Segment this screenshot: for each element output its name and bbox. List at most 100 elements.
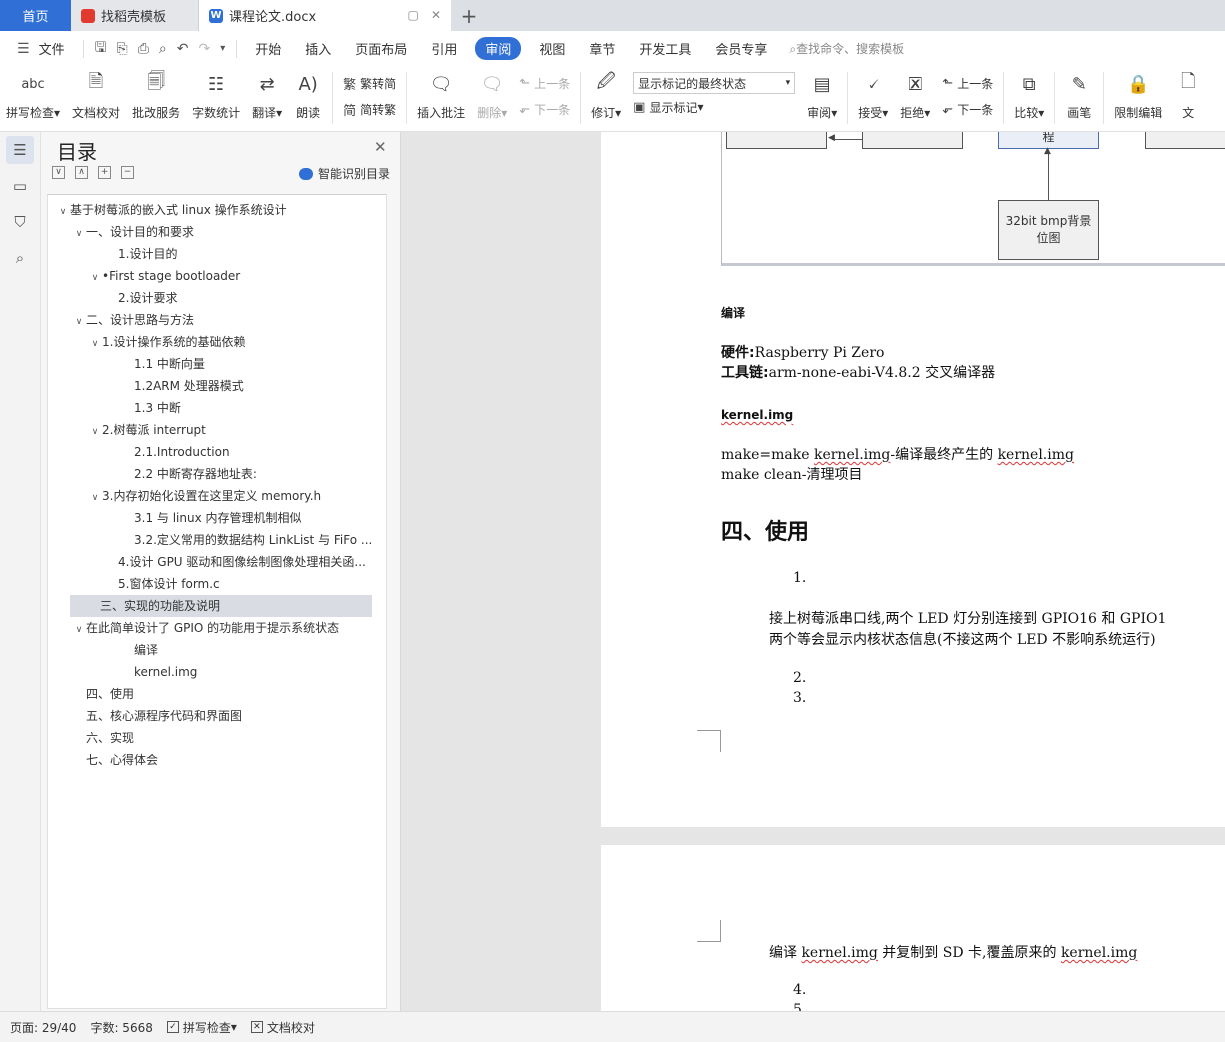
toc-item[interactable]: 六、实现 xyxy=(48,727,386,749)
insert-comment-button[interactable]: 🗨 插入批注 xyxy=(411,70,471,121)
toc-item[interactable]: 编译 xyxy=(48,639,386,661)
prev-change-button[interactable]: ⬑ 上一条 xyxy=(942,70,993,96)
bookmark-icon[interactable]: ⛉ xyxy=(6,208,34,236)
status-doc-proof[interactable]: ✕ 文档校对 xyxy=(250,1019,315,1036)
print-icon[interactable]: ⎙ xyxy=(133,41,154,57)
search-icon[interactable]: ⌕ xyxy=(6,244,34,272)
toc-item[interactable]: 1.2ARM 处理器模式 xyxy=(48,375,386,397)
toc-item[interactable]: 2.2 中断寄存器地址表: xyxy=(48,463,386,485)
menu-start[interactable]: 开始 xyxy=(243,39,293,58)
chevron-down-icon[interactable]: ∨ xyxy=(88,421,102,441)
accept-button[interactable]: 🗸 接受▾ xyxy=(852,70,894,121)
word-count[interactable]: 字数: 5668 xyxy=(90,1019,152,1036)
next-change-button[interactable]: ⬐ 下一条 xyxy=(942,96,993,122)
tab-template[interactable]: 找稻壳模板 xyxy=(71,0,199,31)
toc-item[interactable]: 1.3 中断 xyxy=(48,397,386,419)
document-area[interactable]: 程 ◀ ▲ 32bit bmp背景位图 编译 硬件:Raspberry Pi Z… xyxy=(401,132,1225,1011)
read-aloud-button[interactable]: A) 朗读 xyxy=(288,70,328,121)
toc-item[interactable]: 3.1 与 linux 内存管理机制相似 xyxy=(48,507,386,529)
chevron-down-icon[interactable]: ∨ xyxy=(72,619,86,639)
toc-item[interactable]: 五、核心源程序代码和界面图 xyxy=(48,705,386,727)
toc-item[interactable]: 3.2.定义常用的数据结构 LinkList 与 FiFo ... xyxy=(48,529,386,551)
close-tab-icon[interactable]: ✕ xyxy=(431,8,441,22)
menu-insert[interactable]: 插入 xyxy=(293,39,343,58)
prev-comment-button[interactable]: ⬑ 上一条 xyxy=(519,70,570,96)
annot-service-button[interactable]: 🗐 批改服务 xyxy=(126,70,186,121)
menu-member[interactable]: 会员专享 xyxy=(703,39,779,58)
export-icon[interactable]: ⎘ xyxy=(112,41,133,57)
toc-item[interactable]: 1.1 中断向量 xyxy=(48,353,386,375)
preview-icon[interactable]: ⌕ xyxy=(154,41,172,57)
toc-item[interactable]: 2.1.Introduction xyxy=(48,441,386,463)
chevron-down-icon[interactable]: ▾ xyxy=(215,43,230,54)
compare-button[interactable]: ⧉ 比较▾ xyxy=(1008,70,1050,121)
chevron-down-icon[interactable]: ∨ xyxy=(72,223,86,243)
toc-item[interactable]: 2.设计要求 xyxy=(48,287,386,309)
delete-comment-button[interactable]: 🗨 删除▾ xyxy=(471,70,513,121)
menu-reference[interactable]: 引用 xyxy=(419,39,469,58)
add-heading-icon[interactable]: + xyxy=(98,166,111,179)
toc-item[interactable]: ∨ 二、设计思路与方法 xyxy=(48,309,386,331)
toc-item[interactable]: 七、心得体会 xyxy=(48,749,386,771)
menu-chapter[interactable]: 章节 xyxy=(577,39,627,58)
menu-review[interactable]: 审阅 xyxy=(475,37,522,60)
menu-layout[interactable]: 页面布局 xyxy=(343,39,419,58)
simp-to-trad-button[interactable]: 简简转繁 xyxy=(343,96,396,122)
show-markup-button[interactable]: ▣ 显示标记 ▾ xyxy=(633,94,795,120)
command-search[interactable]: ⌕查找命令、搜索模板 xyxy=(789,40,904,57)
hamburger-icon[interactable]: ☰ xyxy=(12,41,35,57)
menu-file[interactable]: 文件 xyxy=(35,39,77,58)
review-pane-button[interactable]: ▤ 审阅▾ xyxy=(801,70,843,121)
toc-item[interactable]: ∨ 2.树莓派 interrupt xyxy=(48,419,386,441)
next-comment-button[interactable]: ⬐ 下一条 xyxy=(519,96,570,122)
pen-button[interactable]: ✎ 画笔 xyxy=(1059,70,1099,121)
toc-item[interactable]: 四、使用 xyxy=(48,683,386,705)
toc-item[interactable]: ∨ 一、设计目的和要求 xyxy=(48,221,386,243)
restore-icon[interactable]: ▢ xyxy=(407,8,418,22)
document-page[interactable]: 程 ◀ ▲ 32bit bmp背景位图 编译 硬件:Raspberry Pi Z… xyxy=(601,132,1225,827)
doc-right-button[interactable]: 🗋 文 xyxy=(1168,70,1208,121)
toc-item[interactable]: 4.设计 GPU 驱动和图像绘制图像处理相关函... xyxy=(48,551,386,573)
word-count-button[interactable]: ☷ 字数统计 xyxy=(186,70,246,121)
menu-devtools[interactable]: 开发工具 xyxy=(627,39,703,58)
translate-button[interactable]: ⇄ 翻译▾ xyxy=(246,70,288,121)
status-spell-check[interactable]: ✓ 拼写检查 ▾ xyxy=(166,1019,237,1036)
reject-button[interactable]: 🗷 拒绝▾ xyxy=(894,70,936,121)
toc-item[interactable]: 1.设计目的 xyxy=(48,243,386,265)
document-page-2[interactable]: 编译 kernel.img 并复制到 SD 卡,覆盖原来的 kernel.img… xyxy=(601,845,1225,1011)
spell-check-button[interactable]: abc 拼写检查▾ xyxy=(0,70,66,121)
trad-to-simp-button[interactable]: 繁繁转简 xyxy=(343,70,396,96)
toc-item[interactable]: ∨ 在此简单设计了 GPIO 的功能用于提示系统状态 xyxy=(48,617,386,639)
markup-state-select[interactable]: 显示标记的最终状态 ▾ xyxy=(633,72,796,94)
toc-item[interactable]: ∨ 3.内存初始化设置在这里定义 memory.h xyxy=(48,485,386,507)
doc-proof-button[interactable]: 🗎 文档校对 xyxy=(66,70,126,121)
tab-document[interactable]: W 课程论文.docx ▢ ✕ xyxy=(199,0,451,31)
toc-item[interactable]: kernel.img xyxy=(48,661,386,683)
restrict-edit-button[interactable]: 🔒 限制编辑 xyxy=(1108,70,1168,121)
toc-nav-icon[interactable]: ☰ xyxy=(6,136,34,164)
chevron-down-icon[interactable]: ∨ xyxy=(88,267,102,287)
undo-icon[interactable]: ↶ xyxy=(172,41,194,57)
track-changes-button[interactable]: 🖉 修订▾ xyxy=(585,70,627,121)
close-icon[interactable]: ✕ xyxy=(374,138,387,156)
menu-view[interactable]: 视图 xyxy=(527,39,577,58)
chevron-down-icon[interactable]: ∨ xyxy=(88,487,102,507)
save-icon[interactable]: 🖫 xyxy=(90,37,112,61)
toc-item[interactable]: 三、实现的功能及说明 xyxy=(70,595,372,617)
tab-home[interactable]: 首页 xyxy=(0,0,71,31)
smart-toc-button[interactable]: 智能识别目录 xyxy=(299,165,390,182)
toc-item[interactable]: ∨ 1.设计操作系统的基础依赖 xyxy=(48,331,386,353)
remove-heading-icon[interactable]: − xyxy=(121,166,134,179)
chevron-down-icon[interactable]: ∨ xyxy=(88,333,102,353)
toc-item[interactable]: ∨ 基于树莓派的嵌入式 linux 操作系统设计 xyxy=(48,199,386,221)
collapse-all-icon[interactable]: ∨ xyxy=(52,166,65,179)
toc-item[interactable]: 5.窗体设计 form.c xyxy=(48,573,386,595)
expand-all-icon[interactable]: ∧ xyxy=(75,166,88,179)
redo-icon[interactable]: ↷ xyxy=(194,41,216,57)
new-tab-button[interactable]: + xyxy=(451,0,487,31)
chapter-nav-icon[interactable]: ▭ xyxy=(6,172,34,200)
chevron-down-icon[interactable]: ∨ xyxy=(56,201,70,221)
page-indicator[interactable]: 页面: 29/40 xyxy=(10,1019,76,1036)
chevron-down-icon[interactable]: ∨ xyxy=(72,311,86,331)
toc-item[interactable]: ∨ •First stage bootloader xyxy=(48,265,386,287)
